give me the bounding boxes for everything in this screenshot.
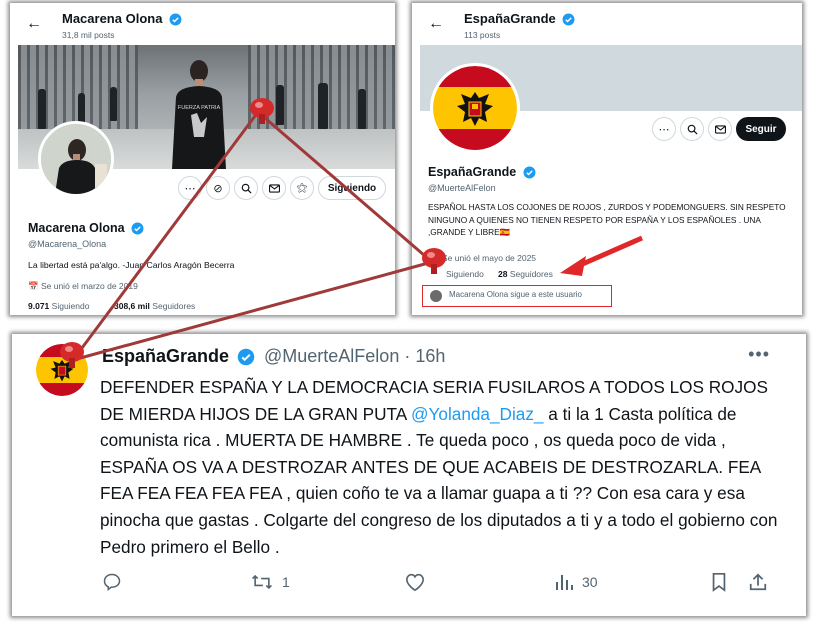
tweet-meta: @MuerteAlFelon · 16h [264, 346, 445, 367]
follows-you-highlight[interactable]: Macarena Olona sigue a este usuario [422, 285, 612, 307]
banner-guard [38, 89, 46, 129]
reply-button[interactable] [102, 572, 122, 592]
tweet-time[interactable]: 16h [415, 346, 445, 366]
header-posts: 31,8 mil posts [62, 30, 115, 40]
header-name: Macarena Olona [62, 11, 182, 26]
tweet-text: DEFENDER ESPAÑA Y LA DEMOCRACIA SERIA FU… [100, 377, 778, 557]
follows-you-text: Macarena Olona sigue a este usuario [449, 290, 582, 299]
banner-guard [276, 85, 284, 125]
follow-button[interactable]: Seguir [736, 117, 786, 141]
mail-icon[interactable] [708, 117, 732, 141]
banner-woman: FUERZA PATRIA [172, 60, 226, 169]
profile-name: EspañaGrande [428, 165, 536, 179]
search-icon[interactable] [680, 117, 704, 141]
notify-icon[interactable]: ⚝ [290, 176, 314, 200]
retweet-count: 1 [282, 574, 290, 590]
bookmark-icon [712, 572, 726, 592]
profile-header: ← Macarena Olona 31,8 mil posts [10, 3, 395, 45]
reply-icon [103, 573, 121, 592]
profile-header: ← EspañaGrande 113 posts [412, 3, 802, 45]
verified-icon [562, 13, 575, 26]
tweet-mention[interactable]: @Yolanda_Diaz_ [411, 404, 543, 424]
following-stat[interactable]: Siguiendo [446, 269, 484, 279]
profile-handle: @Macarena_Olona [28, 239, 107, 249]
follower-avatar [430, 290, 442, 302]
banner-guard [110, 87, 117, 121]
share-button[interactable] [748, 572, 768, 592]
followers-stat[interactable]: 28 Seguidores [498, 269, 553, 279]
avatar[interactable] [430, 63, 520, 153]
views-count: 30 [582, 574, 598, 590]
tweet-author-name[interactable]: EspañaGrande [102, 346, 255, 367]
avatar[interactable] [38, 121, 114, 197]
profile-joined: 📅 Se unió el marzo de 2019 [28, 281, 138, 291]
bookmark-button[interactable] [710, 572, 728, 592]
profile-name: Macarena Olona [28, 221, 144, 235]
profile-joined: Se unió el mayo de 2025 [442, 253, 537, 263]
header-name: EspañaGrande [464, 11, 575, 26]
verified-icon [237, 349, 255, 366]
back-arrow-icon[interactable]: ← [26, 15, 42, 33]
banner-guard [318, 83, 328, 129]
more-icon[interactable]: ••• [748, 344, 770, 365]
verified-icon [523, 166, 536, 179]
followers-stat[interactable]: 308,6 mil Seguidores [114, 301, 195, 311]
views-button[interactable]: 30 [554, 572, 598, 592]
views-icon [556, 575, 573, 590]
header-posts: 113 posts [464, 30, 501, 40]
tweet-panel[interactable]: EspañaGrande @MuerteAlFelon · 16h ••• DE… [12, 334, 806, 616]
right-profile-panel: ← EspañaGrande 113 posts ⋯ Seguir España… [412, 3, 802, 315]
grok-icon[interactable]: ⊘ [206, 176, 230, 200]
left-profile-panel: ← Macarena Olona 31,8 mil posts FUERZA P… [10, 3, 395, 315]
avatar-photo [41, 124, 111, 194]
spain-flag-avatar [36, 344, 88, 396]
mail-icon[interactable] [262, 176, 286, 200]
following-stat[interactable]: 9.071 Siguiendo [28, 301, 89, 311]
tweet-handle[interactable]: @MuerteAlFelon [264, 346, 399, 366]
eagle-emblem-icon [50, 359, 74, 382]
spain-flag-avatar [433, 66, 517, 150]
like-icon [405, 573, 425, 592]
verified-icon [131, 222, 144, 235]
shirt-text: FUERZA PATRIA [178, 105, 221, 111]
like-button[interactable] [404, 572, 426, 592]
profile-bio: La libertad está pa'algo. -Juan Carlos A… [28, 260, 235, 270]
retweet-icon [251, 574, 273, 590]
banner-guard [358, 89, 366, 129]
search-icon[interactable] [234, 176, 258, 200]
eagle-emblem-icon [457, 92, 493, 126]
more-icon[interactable]: ⋯ [652, 117, 676, 141]
more-icon[interactable]: ⋯ [178, 176, 202, 200]
retweet-button[interactable]: 1 [250, 572, 290, 592]
tweet-separator: · [404, 346, 411, 366]
profile-bio: ESPAÑOL HASTA LOS COJONES DE ROJOS , ZUR… [428, 202, 786, 237]
tweet-avatar[interactable] [36, 344, 88, 396]
following-button[interactable]: Siguiendo [318, 176, 386, 200]
verified-icon [169, 13, 182, 26]
back-arrow-icon[interactable]: ← [428, 15, 444, 33]
profile-handle: @MuerteAlFelon [428, 183, 496, 193]
calendar-icon: 📅 [28, 281, 39, 291]
share-icon [749, 573, 767, 591]
